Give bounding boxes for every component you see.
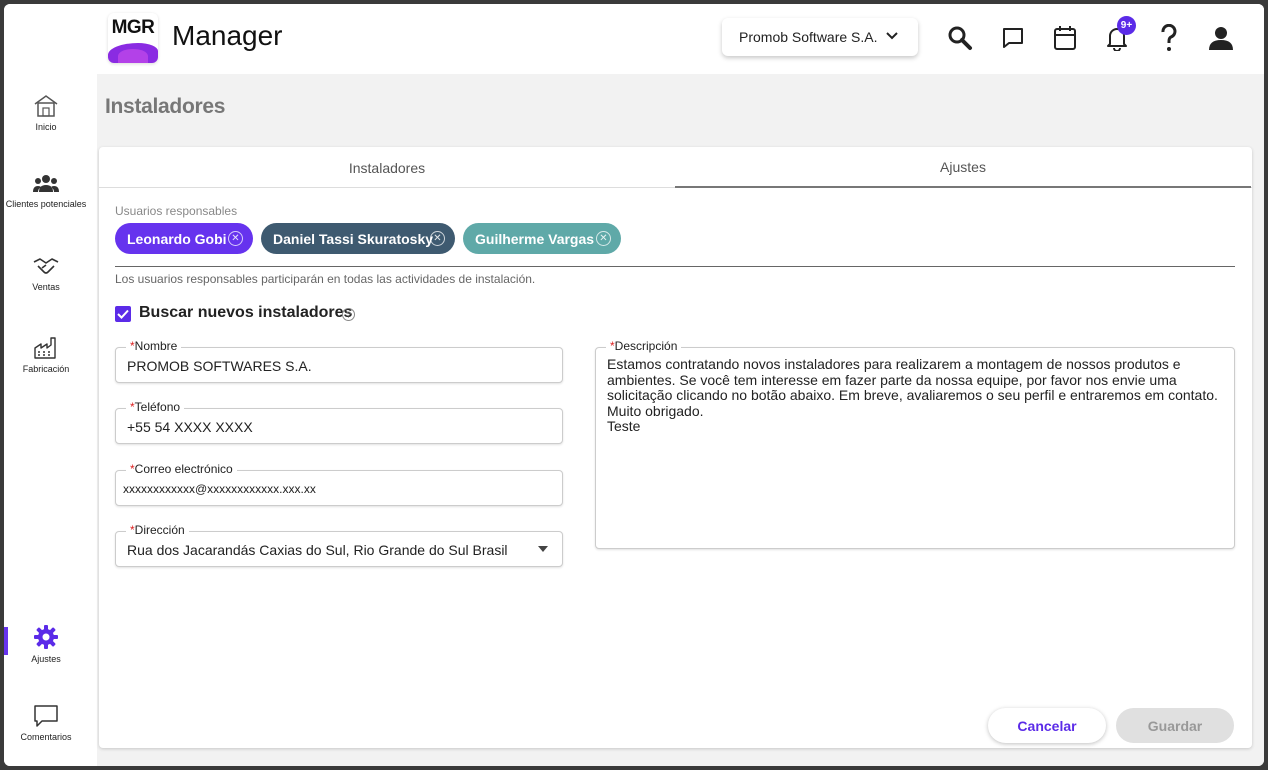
tab-ajustes[interactable]: Ajustes (675, 147, 1251, 188)
sidebar-item-clientes[interactable]: Clientes potenciales (4, 173, 88, 210)
sidebar-item-label: Fabricación (22, 364, 70, 374)
responsibles-chip-input[interactable]: Leonardo Gobi ✕ Daniel Tassi Skuratosky … (115, 223, 1235, 267)
factory-icon (34, 337, 56, 359)
description-textarea[interactable]: *Descripción Estamos contratando novos i… (595, 339, 1235, 549)
chip-label: Daniel Tassi Skuratosky (273, 230, 434, 247)
description-label: *Descripción (606, 339, 682, 353)
chat-icon[interactable] (999, 24, 1027, 52)
save-button[interactable]: Guardar (1116, 708, 1234, 743)
user-chip: Guilherme Vargas ✕ (463, 223, 621, 254)
settings-card: Instaladores Ajustes Usuarios responsabl… (99, 147, 1252, 748)
user-chip: Leonardo Gobi ✕ (115, 223, 253, 254)
notification-badge: 9+ (1117, 16, 1136, 35)
sidebar-item-label: Ventas (32, 282, 60, 292)
app-logo[interactable]: MGR (108, 13, 158, 63)
chip-label: Guilherme Vargas (475, 230, 595, 247)
cancel-button[interactable]: Cancelar (988, 708, 1106, 743)
phone-field-value: +55 54 XXXX XXXX (127, 419, 253, 435)
page-title: Instaladores (105, 95, 226, 118)
sidebar-item-ajustes[interactable]: Ajustes (4, 624, 88, 665)
handshake-icon (33, 258, 59, 274)
chevron-down-icon (886, 32, 898, 40)
company-selector-value: Promob Software S.A. (739, 29, 878, 45)
sidebar-item-label: Clientes potenciales (5, 199, 87, 209)
name-field-label: *Nombre (126, 339, 182, 353)
sidebar-item-comentarios[interactable]: Comentarios (4, 704, 88, 743)
user-chip: Daniel Tassi Skuratosky ✕ (261, 223, 455, 254)
help-icon[interactable] (1155, 24, 1183, 52)
description-value: Estamos contratando novos instaladores p… (607, 356, 1218, 434)
phone-field[interactable]: *Teléfono +55 54 XXXX XXXX (115, 400, 563, 444)
remove-chip-icon[interactable]: ✕ (430, 231, 445, 246)
comment-icon (34, 705, 58, 727)
app-name: Manager (172, 20, 283, 51)
sidebar-item-inicio[interactable]: Inicio (4, 94, 88, 133)
responsibles-hint: Los usuarios responsables participarán e… (115, 272, 536, 286)
name-field-value: PROMOB SOFTWARES S.A. (127, 358, 312, 374)
sidebar-item-label: Ajustes (31, 654, 61, 664)
remove-chip-icon[interactable]: ✕ (228, 231, 243, 246)
gear-icon (34, 625, 58, 649)
logo-text: MGR (111, 17, 155, 38)
address-select-label: *Dirección (126, 523, 189, 537)
address-select[interactable]: *Dirección Rua dos Jacarandás Caxias do … (115, 523, 563, 567)
sidebar: Inicio Clientes potenciales Ventas Fabri… (4, 74, 97, 766)
help-circle-icon[interactable]: ? (342, 308, 355, 321)
company-selector[interactable]: Promob Software S.A. (722, 18, 918, 56)
phone-field-label: *Teléfono (126, 400, 185, 414)
logo-wave-accent (118, 49, 148, 63)
tab-bar: Instaladores Ajustes (99, 147, 1252, 188)
check-icon (117, 309, 129, 319)
chip-label: Leonardo Gobi (127, 230, 227, 247)
search-icon[interactable] (946, 24, 974, 52)
email-field[interactable]: *Correo electrónico xxxxxxxxxxxx@xxxxxxx… (115, 462, 563, 506)
home-icon (34, 95, 58, 117)
email-field-label: *Correo electrónico (126, 462, 237, 476)
app-window: MGR Manager Promob Software S.A. 9+ Inic… (4, 4, 1264, 766)
search-installers-checkbox[interactable] (115, 306, 131, 322)
bell-icon[interactable]: 9+ (1103, 16, 1136, 52)
remove-chip-icon[interactable]: ✕ (596, 231, 611, 246)
email-field-value: xxxxxxxxxxxx@xxxxxxxxxxxx.xxx.xx (123, 482, 316, 496)
calendar-icon[interactable] (1051, 24, 1079, 52)
top-header: MGR Manager Promob Software S.A. 9+ (4, 4, 1264, 74)
search-installers-label[interactable]: Buscar nuevos instaladores (139, 304, 352, 322)
name-field[interactable]: *Nombre PROMOB SOFTWARES S.A. (115, 339, 563, 383)
dropdown-caret-icon (538, 546, 548, 552)
tab-instaladores[interactable]: Instaladores (99, 147, 675, 188)
user-icon[interactable] (1207, 24, 1235, 52)
responsibles-label: Usuarios responsables (115, 204, 238, 218)
sidebar-item-label: Comentarios (20, 732, 72, 742)
sidebar-item-ventas[interactable]: Ventas (4, 256, 88, 293)
users-icon (33, 175, 59, 192)
sidebar-item-label: Inicio (35, 122, 57, 132)
address-select-value: Rua dos Jacarandás Caxias do Sul, Rio Gr… (127, 542, 508, 558)
sidebar-item-fabricacion[interactable]: Fabricación (4, 336, 88, 375)
